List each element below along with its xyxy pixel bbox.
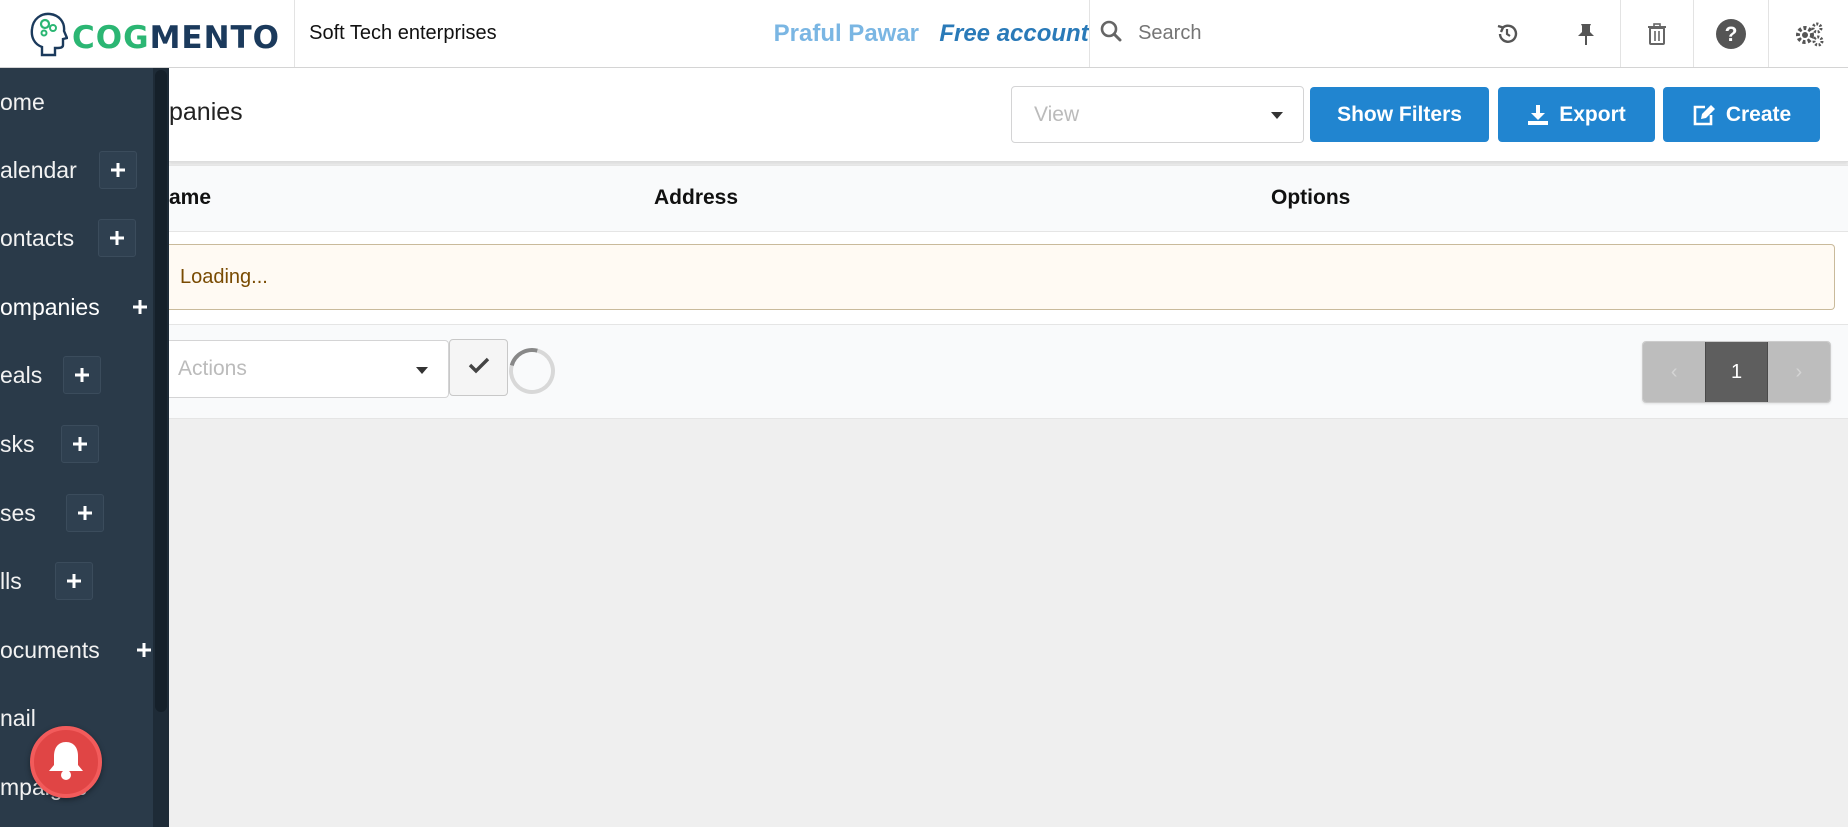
sidebar-item-label: eals bbox=[0, 361, 43, 388]
next-page-button[interactable]: › bbox=[1767, 342, 1830, 402]
company-name: Soft Tech enterprises bbox=[309, 22, 497, 44]
view-dropdown[interactable]: View bbox=[1011, 86, 1304, 143]
edit-icon bbox=[1692, 104, 1726, 126]
plus-icon bbox=[136, 642, 152, 658]
sidebar-item-contacts[interactable]: ontacts bbox=[0, 218, 169, 258]
pin-button[interactable] bbox=[1552, 0, 1620, 67]
show-filters-label: Show Filters bbox=[1337, 102, 1462, 126]
plus-icon bbox=[74, 367, 90, 383]
notification-button[interactable] bbox=[30, 726, 102, 798]
plus-icon bbox=[66, 573, 82, 589]
column-header-options: Options bbox=[1271, 186, 1351, 209]
sidebar-item-companies[interactable]: ompanies bbox=[0, 287, 169, 327]
actions-dropdown[interactable]: Actions bbox=[169, 340, 449, 398]
sidebar-item-label: ses bbox=[0, 499, 36, 526]
trash-button[interactable] bbox=[1619, 0, 1693, 67]
sidebar-scroll-thumb[interactable] bbox=[155, 70, 167, 712]
actions-placeholder: Actions bbox=[178, 357, 247, 380]
search-box[interactable] bbox=[1089, 0, 1462, 67]
settings-button[interactable] bbox=[1768, 0, 1848, 67]
loading-message: Loading... bbox=[169, 244, 1835, 310]
logo-text-primary: COG bbox=[72, 19, 150, 56]
sidebar-item-deals[interactable]: eals bbox=[0, 355, 169, 395]
page-header: panies View Show Filters Export Create bbox=[169, 68, 1848, 162]
add-task-button[interactable] bbox=[61, 425, 99, 463]
create-label: Create bbox=[1725, 102, 1792, 126]
history-icon bbox=[1495, 22, 1519, 46]
caret-down-icon bbox=[416, 367, 428, 374]
pin-icon bbox=[1576, 22, 1596, 46]
add-calendar-button[interactable] bbox=[99, 151, 137, 189]
brain-head-icon bbox=[28, 11, 69, 57]
help-button[interactable]: ? bbox=[1692, 0, 1768, 67]
sidebar-item-label: ontacts bbox=[0, 224, 75, 251]
logo[interactable]: COGMENTO bbox=[0, 0, 296, 67]
loading-spinner bbox=[500, 339, 564, 403]
table-body: Loading... bbox=[169, 232, 1848, 324]
svg-text:?: ? bbox=[1725, 23, 1738, 46]
table-header: ame Address Options bbox=[169, 165, 1848, 232]
trash-icon bbox=[1647, 22, 1667, 46]
previous-page-button[interactable]: ‹ bbox=[1643, 342, 1706, 402]
sidebar-scrollbar[interactable] bbox=[153, 68, 169, 827]
sidebar-item-calendar[interactable]: alendar bbox=[0, 150, 169, 190]
sidebar-item-label: sks bbox=[0, 430, 35, 457]
bell-icon bbox=[46, 739, 86, 786]
column-header-name[interactable]: ame bbox=[169, 186, 211, 210]
loading-text: Loading... bbox=[180, 265, 268, 288]
add-contact-button[interactable] bbox=[98, 219, 136, 257]
sidebar-item-label: ompanies bbox=[0, 293, 100, 320]
export-button[interactable]: Export bbox=[1498, 87, 1655, 142]
view-dropdown-placeholder: View bbox=[1034, 102, 1080, 126]
add-call-button[interactable] bbox=[55, 562, 93, 600]
caret-down-icon bbox=[1271, 112, 1283, 119]
sidebar-item-label: lls bbox=[0, 567, 22, 594]
top-header: COGMENTO Soft Tech enterprises Praful Pa… bbox=[0, 0, 1848, 68]
download-icon bbox=[1527, 104, 1559, 126]
plus-icon bbox=[132, 299, 148, 315]
user-name[interactable]: Praful Pawar bbox=[754, 0, 939, 67]
history-button[interactable] bbox=[1462, 0, 1552, 67]
settings-icon bbox=[1794, 21, 1824, 47]
sidebar-item-tasks[interactable]: sks bbox=[0, 424, 169, 464]
check-icon bbox=[468, 356, 490, 379]
sidebar-item-label: nail bbox=[0, 704, 36, 731]
plus-icon bbox=[77, 505, 93, 521]
export-label: Export bbox=[1559, 102, 1626, 126]
sidebar-item-calls[interactable]: lls bbox=[0, 561, 169, 601]
logo-text-secondary: MENTO bbox=[149, 19, 281, 56]
table-footer: Actions ‹ 1 › bbox=[169, 324, 1848, 419]
sidebar-item-label: ocuments bbox=[0, 636, 100, 663]
column-header-address[interactable]: Address bbox=[654, 186, 738, 210]
apply-action-button[interactable] bbox=[449, 339, 508, 396]
sidebar: ome alendar ontacts ompanies eals sks se… bbox=[0, 68, 169, 827]
plus-icon bbox=[109, 230, 125, 246]
sidebar-item-label: alendar bbox=[0, 156, 77, 183]
account-type[interactable]: Free account bbox=[939, 0, 1089, 67]
search-icon bbox=[1100, 20, 1122, 47]
add-case-button[interactable] bbox=[66, 494, 104, 532]
help-icon: ? bbox=[1715, 18, 1747, 50]
plus-icon bbox=[110, 162, 126, 178]
sidebar-item-cases[interactable]: ses bbox=[0, 493, 169, 533]
show-filters-button[interactable]: Show Filters bbox=[1310, 87, 1489, 142]
add-deal-button[interactable] bbox=[63, 356, 101, 394]
plus-icon bbox=[72, 436, 88, 452]
pagination: ‹ 1 › bbox=[1642, 341, 1831, 403]
sidebar-item-documents[interactable]: ocuments bbox=[0, 630, 169, 670]
page-button-current[interactable]: 1 bbox=[1705, 342, 1768, 402]
page-title: panies bbox=[169, 98, 243, 126]
sidebar-item-label: ome bbox=[0, 88, 45, 115]
search-input[interactable] bbox=[1138, 22, 1389, 45]
create-button[interactable]: Create bbox=[1663, 87, 1820, 142]
